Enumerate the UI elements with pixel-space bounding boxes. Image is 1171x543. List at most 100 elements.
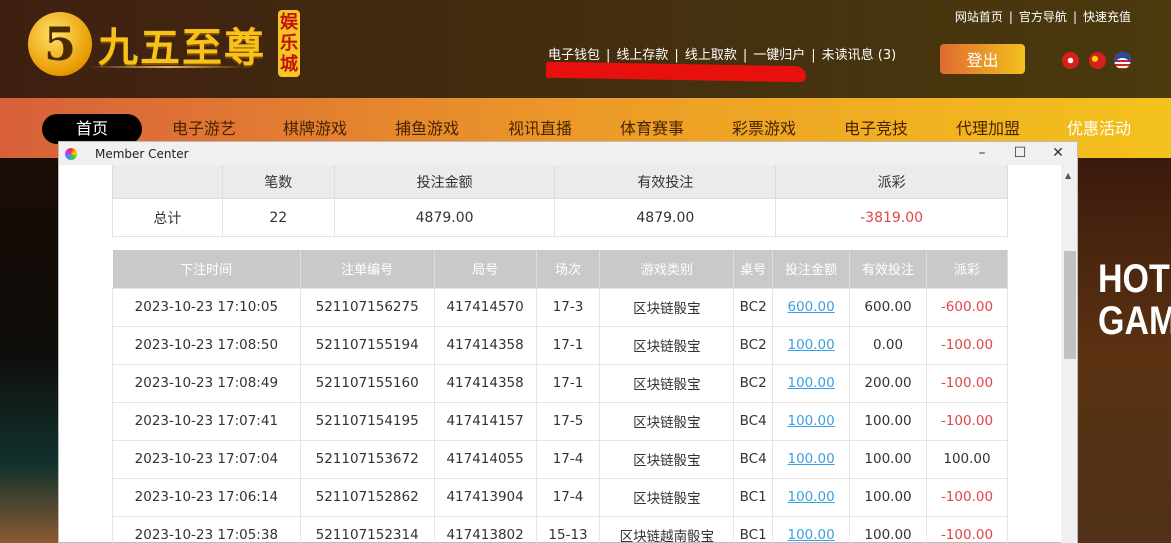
bet-cell: 100.00 <box>772 439 851 479</box>
nav-esports[interactable]: 电子竞技 <box>826 114 926 144</box>
link-wallet[interactable]: 电子钱包 <box>548 48 600 63</box>
bet-column-header: 桌号 <box>733 250 774 288</box>
summary-cell: -3819.00 <box>775 198 1008 237</box>
link-quick-recharge[interactable]: 快速充值 <box>1083 10 1131 24</box>
close-button[interactable]: ✕ <box>1039 142 1077 165</box>
table-row: 2023-10-23 17:08:50 521107155194 417414358… <box>112 325 1008 365</box>
bet-cell: 521107152862 <box>299 477 435 517</box>
banner-line: HOT <box>1098 257 1170 301</box>
bet-cell: -100.00 <box>926 325 1008 365</box>
summary-column-header: 笔数 <box>221 165 335 199</box>
bet-cell: 521107154195 <box>299 401 435 441</box>
window-content: 笔数 投注金额 有效投注 派彩 总计 22 4879.00 4879.00 -3819.00 … <box>59 165 1062 543</box>
logo-tag: 娱乐城 <box>278 10 300 77</box>
bet-amount-link[interactable]: 100.00 <box>787 375 834 391</box>
logo-ornament <box>88 66 248 68</box>
bet-cell: 区块链骰宝 <box>599 325 735 365</box>
bet-cell: 区块链骰宝 <box>599 401 735 441</box>
user-links: 电子钱包 | 线上存款 | 线上取款 | 一键归户 | 未读讯息 (3) <box>548 48 897 63</box>
bet-amount-link[interactable]: 100.00 <box>787 337 834 353</box>
bet-cell: 17-4 <box>535 477 601 517</box>
nav-sports[interactable]: 体育赛事 <box>602 114 702 144</box>
logout-button[interactable]: 登出 <box>940 44 1025 74</box>
bet-cell: 100.00 <box>772 325 851 365</box>
bet-column-header: 局号 <box>434 250 537 288</box>
china-flag-icon[interactable] <box>1089 52 1106 69</box>
bet-cell: -100.00 <box>926 515 1008 543</box>
bet-amount-link[interactable]: 100.00 <box>787 451 834 467</box>
table-row: 2023-10-23 17:05:38 521107152314 417413802… <box>112 515 1008 543</box>
link-messages[interactable]: 未读讯息 (3) <box>822 48 897 63</box>
minimize-button[interactable]: – <box>963 142 1001 165</box>
bet-cell: -600.00 <box>926 287 1008 327</box>
banner-line: GAM <box>1098 299 1171 343</box>
scroll-up-arrow-icon[interactable]: ▲ <box>1065 171 1071 180</box>
window-titlebar[interactable]: Member Center – ☐ ✕ <box>59 142 1077 165</box>
bet-cell: BC4 <box>733 439 774 479</box>
table-row: 2023-10-23 17:10:05 521107156275 417414570… <box>112 287 1008 327</box>
nav-slots[interactable]: 电子游艺 <box>154 114 254 144</box>
summary-column-header: 派彩 <box>775 165 1008 199</box>
bet-cell: 417414055 <box>433 439 537 479</box>
logo-mark: 5 <box>28 11 92 76</box>
nav-promotions[interactable]: 优惠活动 <box>1049 114 1149 144</box>
bet-cell: 521107156275 <box>299 287 435 327</box>
bet-column-header: 有效投注 <box>849 250 927 288</box>
table-row: 2023-10-23 17:07:41 521107154195 417414157… <box>112 401 1008 441</box>
bet-cell: 17-5 <box>535 401 601 441</box>
nav-fishing[interactable]: 捕鱼游戏 <box>377 114 477 144</box>
table-row: 2023-10-23 17:07:04 521107153672 417414055… <box>112 439 1008 479</box>
link-withdraw[interactable]: 线上取款 <box>685 48 737 63</box>
banner-left <box>0 158 58 543</box>
redaction-mark <box>545 61 807 83</box>
bet-header-row: 下注时间 注单编号 局号 场次 游戏类别 桌号 投注金额 有效投注 派彩 <box>112 250 1008 288</box>
nav-live-video[interactable]: 视讯直播 <box>490 114 590 144</box>
bet-cell: BC2 <box>733 287 774 327</box>
bet-cell: 区块链骰宝 <box>599 477 735 517</box>
vertical-scrollbar[interactable]: ▲ <box>1061 165 1077 543</box>
link-consolidate[interactable]: 一键归户 <box>753 48 805 63</box>
bet-column-header: 投注金额 <box>772 250 851 288</box>
bet-cell: BC1 <box>733 515 774 543</box>
link-home[interactable]: 网站首页 <box>955 10 1003 24</box>
summary-column-header: 有效投注 <box>554 165 777 199</box>
bet-cell: 200.00 <box>849 363 927 403</box>
bet-cell: 0.00 <box>849 325 927 365</box>
bet-column-header: 游戏类别 <box>599 250 735 288</box>
maximize-button[interactable]: ☐ <box>1001 142 1039 165</box>
bet-cell: 521107152314 <box>299 515 435 543</box>
usa-flag-icon[interactable] <box>1114 52 1131 69</box>
bet-cell: -100.00 <box>926 401 1008 441</box>
summary-column-header <box>112 165 223 199</box>
summary-cell: 22 <box>221 198 335 237</box>
bet-cell: 2023-10-23 17:07:04 <box>112 439 301 479</box>
bet-cell: BC4 <box>733 401 774 441</box>
nav-card-games[interactable]: 棋牌游戏 <box>265 114 365 144</box>
bet-amount-link[interactable]: 100.00 <box>787 489 834 505</box>
scrollbar-thumb[interactable] <box>1064 251 1076 359</box>
nav-agent[interactable]: 代理加盟 <box>938 114 1038 144</box>
bet-cell: 100.00 <box>772 401 851 441</box>
banner-text: HOT GAM <box>1098 258 1171 342</box>
member-center-window: Member Center – ☐ ✕ 笔数 投注金额 有效投注 派彩 总计 22 487… <box>58 141 1078 543</box>
bet-cell: 区块链骰宝 <box>599 287 735 327</box>
nav-lottery[interactable]: 彩票游戏 <box>714 114 814 144</box>
link-deposit[interactable]: 线上存款 <box>616 48 668 63</box>
bet-cell: 417414157 <box>433 401 537 441</box>
bet-column-header: 场次 <box>536 250 601 288</box>
hong-kong-flag-icon[interactable] <box>1062 52 1079 69</box>
bet-amount-link[interactable]: 100.00 <box>787 413 834 429</box>
bet-amount-link[interactable]: 100.00 <box>787 527 834 543</box>
link-official-nav[interactable]: 官方导航 <box>1019 10 1067 24</box>
bet-cell: 2023-10-23 17:06:14 <box>112 477 301 517</box>
bet-cell: BC2 <box>733 325 774 365</box>
bet-cell: 100.00 <box>772 515 851 543</box>
bet-amount-link[interactable]: 600.00 <box>787 299 834 315</box>
bet-cell: 521107155160 <box>299 363 435 403</box>
nav-home[interactable]: 首页 <box>42 114 142 144</box>
bet-cell: 2023-10-23 17:08:50 <box>112 325 301 365</box>
bet-cell: 2023-10-23 17:08:49 <box>112 363 301 403</box>
bet-cell: BC2 <box>733 363 774 403</box>
bet-cell: 100.00 <box>772 363 851 403</box>
bet-cell: 2023-10-23 17:05:38 <box>112 515 301 543</box>
